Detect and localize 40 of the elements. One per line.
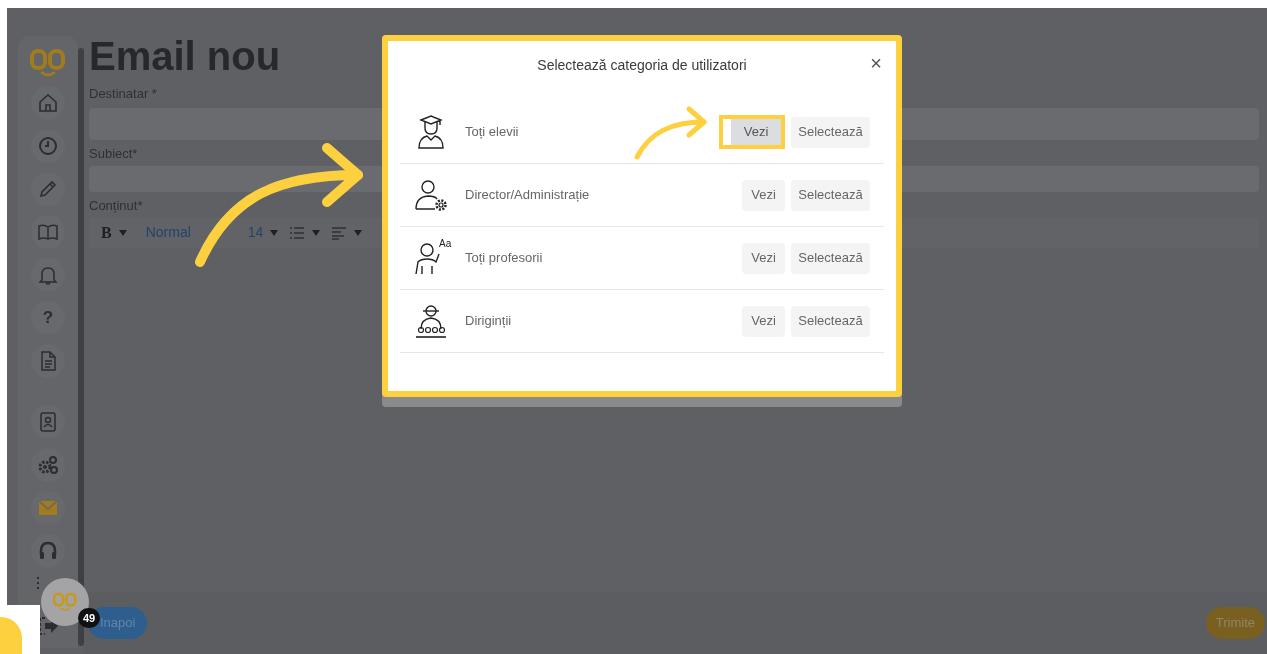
envelope-icon[interactable] <box>31 491 65 525</box>
select-button[interactable]: Selectează <box>791 179 870 211</box>
bell-icon[interactable] <box>31 258 65 292</box>
align-icon[interactable] <box>331 225 348 240</box>
page-title: Email nou <box>89 33 281 80</box>
modal-title: Selectează categoria de utilizatori <box>537 55 747 75</box>
category-label: Director/Administrație <box>465 186 591 205</box>
icon-label: Aa <box>439 238 452 250</box>
caret-icon[interactable] <box>117 228 128 237</box>
view-button[interactable]: Vezi <box>742 179 785 211</box>
home-icon[interactable] <box>31 86 65 120</box>
caret-icon[interactable] <box>269 228 280 237</box>
document-icon[interactable] <box>31 344 65 378</box>
gears-icon[interactable] <box>31 448 65 482</box>
logo-icon <box>29 48 67 78</box>
clock-icon[interactable] <box>31 129 65 163</box>
scrollbar[interactable] <box>78 48 84 646</box>
select-button[interactable]: Selectează <box>791 116 870 148</box>
headphones-icon[interactable] <box>31 534 65 568</box>
admin-icon <box>413 177 449 213</box>
view-button[interactable]: Vezi <box>742 305 785 337</box>
contact-icon[interactable] <box>31 405 65 439</box>
caret-icon[interactable] <box>353 228 364 237</box>
select-button[interactable]: Selectează <box>791 242 870 274</box>
logout-icon[interactable] <box>37 616 59 636</box>
list-icon[interactable] <box>289 225 306 240</box>
logo-icon <box>52 591 78 613</box>
category-label: Diriginții <box>465 312 513 331</box>
view-button[interactable]: Vezi <box>742 242 785 274</box>
select-button[interactable]: Selectează <box>791 305 870 337</box>
pencil-icon[interactable] <box>31 172 65 206</box>
caret-icon[interactable] <box>311 228 322 237</box>
close-button[interactable]: × <box>870 51 882 75</box>
view-button[interactable]: Vezi <box>731 119 781 145</box>
book-icon[interactable] <box>31 215 65 249</box>
category-label: Toți profesorii <box>465 249 544 268</box>
category-label: Toți elevii <box>465 123 520 142</box>
bold-button[interactable]: B <box>101 220 112 245</box>
class-teacher-icon <box>413 303 449 339</box>
list-icon <box>36 576 40 590</box>
